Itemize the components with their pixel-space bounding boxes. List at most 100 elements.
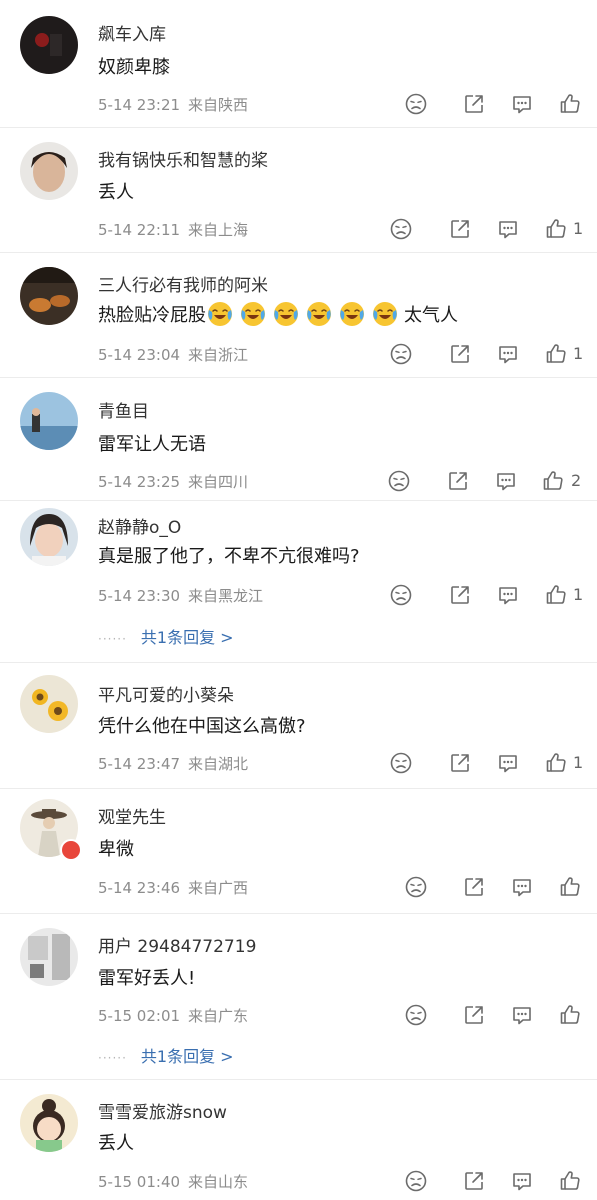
dislike-icon[interactable] <box>389 583 413 607</box>
comment-icon[interactable] <box>496 751 520 775</box>
thumbs-up-icon[interactable] <box>558 92 582 116</box>
comment-icon[interactable] <box>510 1169 534 1193</box>
like-count: 2 <box>571 471 582 490</box>
comment-item: 三人行必有我师的阿米 热脸贴冷屁股 太气人 5-14 23:04 来自浙江 1 <box>0 253 597 378</box>
crying-laughing-emoji <box>338 300 366 328</box>
share-icon[interactable] <box>462 92 486 116</box>
comment-meta: 5-14 23:25 来自四川 <box>98 471 248 492</box>
avatar[interactable] <box>20 928 78 986</box>
comment-location: 来自黑龙江 <box>188 587 264 605</box>
share-icon[interactable] <box>448 342 472 366</box>
share-icon[interactable] <box>448 751 472 775</box>
comment-icon[interactable] <box>496 342 520 366</box>
comment-location: 来自浙江 <box>188 346 249 364</box>
username[interactable]: 雪雪爱旅游snow <box>98 1098 227 1123</box>
comment-location: 来自山东 <box>188 1173 249 1191</box>
comment-meta: 5-14 23:04 来自浙江 <box>98 344 248 365</box>
thumbs-up-icon[interactable] <box>558 1003 582 1027</box>
comment-time: 5-15 02:01 <box>98 1007 181 1025</box>
thumbs-up-icon[interactable] <box>544 583 568 607</box>
username[interactable]: 三人行必有我师的阿米 <box>98 271 268 296</box>
comment-location: 来自湖北 <box>188 755 249 773</box>
avatar[interactable] <box>20 675 78 733</box>
share-icon[interactable] <box>446 469 470 493</box>
comment-meta: 5-14 22:11 来自上海 <box>98 219 248 240</box>
share-icon[interactable] <box>448 583 472 607</box>
comment-item: 观堂先生 卑微 5-14 23:46 来自广西 <box>0 789 597 914</box>
share-icon[interactable] <box>462 875 486 899</box>
username[interactable]: 观堂先生 <box>98 803 166 828</box>
comment-item: 我有锅快乐和智慧的桨 丢人 5-14 22:11 来自上海 1 <box>0 128 597 253</box>
comment-item: 赵静静o_O 真是服了他了，不卑不亢很难吗? 5-14 23:30 来自黑龙江 1… <box>0 501 597 663</box>
thumbs-up-icon[interactable] <box>558 1169 582 1193</box>
comment-location: 来自四川 <box>188 473 249 491</box>
dislike-icon[interactable] <box>404 92 428 116</box>
dislike-icon[interactable] <box>389 217 413 241</box>
like-count: 1 <box>573 753 584 772</box>
view-replies-link[interactable]: 共1条回复 > <box>141 628 234 647</box>
comment-item: 雪雪爱旅游snow 丢人 5-15 01:40 来自山东 <box>0 1080 597 1200</box>
dislike-icon[interactable] <box>389 751 413 775</box>
avatar[interactable] <box>20 392 78 450</box>
comment-icon[interactable] <box>510 92 534 116</box>
dislike-icon[interactable] <box>389 342 413 366</box>
comment-time: 5-14 23:04 <box>98 346 181 364</box>
comment-meta: 5-14 23:30 来自黑龙江 <box>98 585 263 606</box>
share-icon[interactable] <box>462 1003 486 1027</box>
dislike-icon[interactable] <box>404 875 428 899</box>
like-count: 1 <box>573 585 584 604</box>
comment-item: 用户 29484772719 雷军好丢人! 5-15 02:01 来自广东 ···… <box>0 914 597 1080</box>
comment-location: 来自上海 <box>188 221 249 239</box>
comment-meta: 5-14 23:21 来自陕西 <box>98 94 248 115</box>
reply-dots: ······ <box>98 1051 127 1065</box>
comment-location: 来自陕西 <box>188 96 249 114</box>
comment-icon[interactable] <box>496 583 520 607</box>
crying-laughing-emoji <box>371 300 399 328</box>
thumbs-up-icon[interactable] <box>544 751 568 775</box>
reply-row[interactable]: ······ 共1条回复 > <box>98 1043 234 1067</box>
username[interactable]: 飙车入库 <box>98 20 166 45</box>
share-icon[interactable] <box>462 1169 486 1193</box>
username[interactable]: 我有锅快乐和智慧的桨 <box>98 146 268 171</box>
comment-icon[interactable] <box>496 217 520 241</box>
reply-row[interactable]: ······ 共1条回复 > <box>98 624 234 648</box>
comment-icon[interactable] <box>494 469 518 493</box>
comment-item: 平凡可爱的小葵朵 凭什么他在中国这么高傲? 5-14 23:47 来自湖北 1 <box>0 663 597 789</box>
dislike-icon[interactable] <box>387 469 411 493</box>
crying-laughing-emoji <box>272 300 300 328</box>
username[interactable]: 平凡可爱的小葵朵 <box>98 681 234 706</box>
verified-badge <box>60 839 82 861</box>
avatar[interactable] <box>20 1094 78 1152</box>
thumbs-up-icon[interactable] <box>544 342 568 366</box>
view-replies-link[interactable]: 共1条回复 > <box>141 1047 234 1066</box>
comment-text: 奴颜卑膝 <box>98 57 170 78</box>
comment-time: 5-14 22:11 <box>98 221 181 239</box>
username[interactable]: 赵静静o_O <box>98 513 181 538</box>
comment-time: 5-14 23:21 <box>98 96 181 114</box>
avatar[interactable] <box>20 142 78 200</box>
avatar[interactable] <box>20 16 78 74</box>
avatar[interactable] <box>20 267 78 325</box>
avatar[interactable] <box>20 508 78 566</box>
username[interactable]: 青鱼目 <box>98 397 149 422</box>
share-icon[interactable] <box>448 217 472 241</box>
thumbs-up-icon[interactable] <box>544 217 568 241</box>
thumbs-up-icon[interactable] <box>558 875 582 899</box>
username[interactable]: 用户 29484772719 <box>98 932 256 957</box>
thumbs-up-icon[interactable] <box>541 469 565 493</box>
comment-location: 来自广西 <box>188 879 249 897</box>
comment-time: 5-14 23:25 <box>98 473 181 491</box>
comment-text: 雷军让人无语 <box>98 434 206 455</box>
dislike-icon[interactable] <box>404 1003 428 1027</box>
comment-meta: 5-14 23:46 来自广西 <box>98 877 248 898</box>
comment-icon[interactable] <box>510 1003 534 1027</box>
comment-time: 5-15 01:40 <box>98 1173 181 1191</box>
like-count: 1 <box>573 219 584 238</box>
comment-text: 凭什么他在中国这么高傲? <box>98 716 306 737</box>
comment-time: 5-14 23:46 <box>98 879 181 897</box>
comment-icon[interactable] <box>510 875 534 899</box>
like-count: 1 <box>573 344 584 363</box>
comment-text: 雷军好丢人! <box>98 968 196 989</box>
dislike-icon[interactable] <box>404 1169 428 1193</box>
comment-item: 飙车入库 奴颜卑膝 5-14 23:21 来自陕西 <box>0 0 597 128</box>
